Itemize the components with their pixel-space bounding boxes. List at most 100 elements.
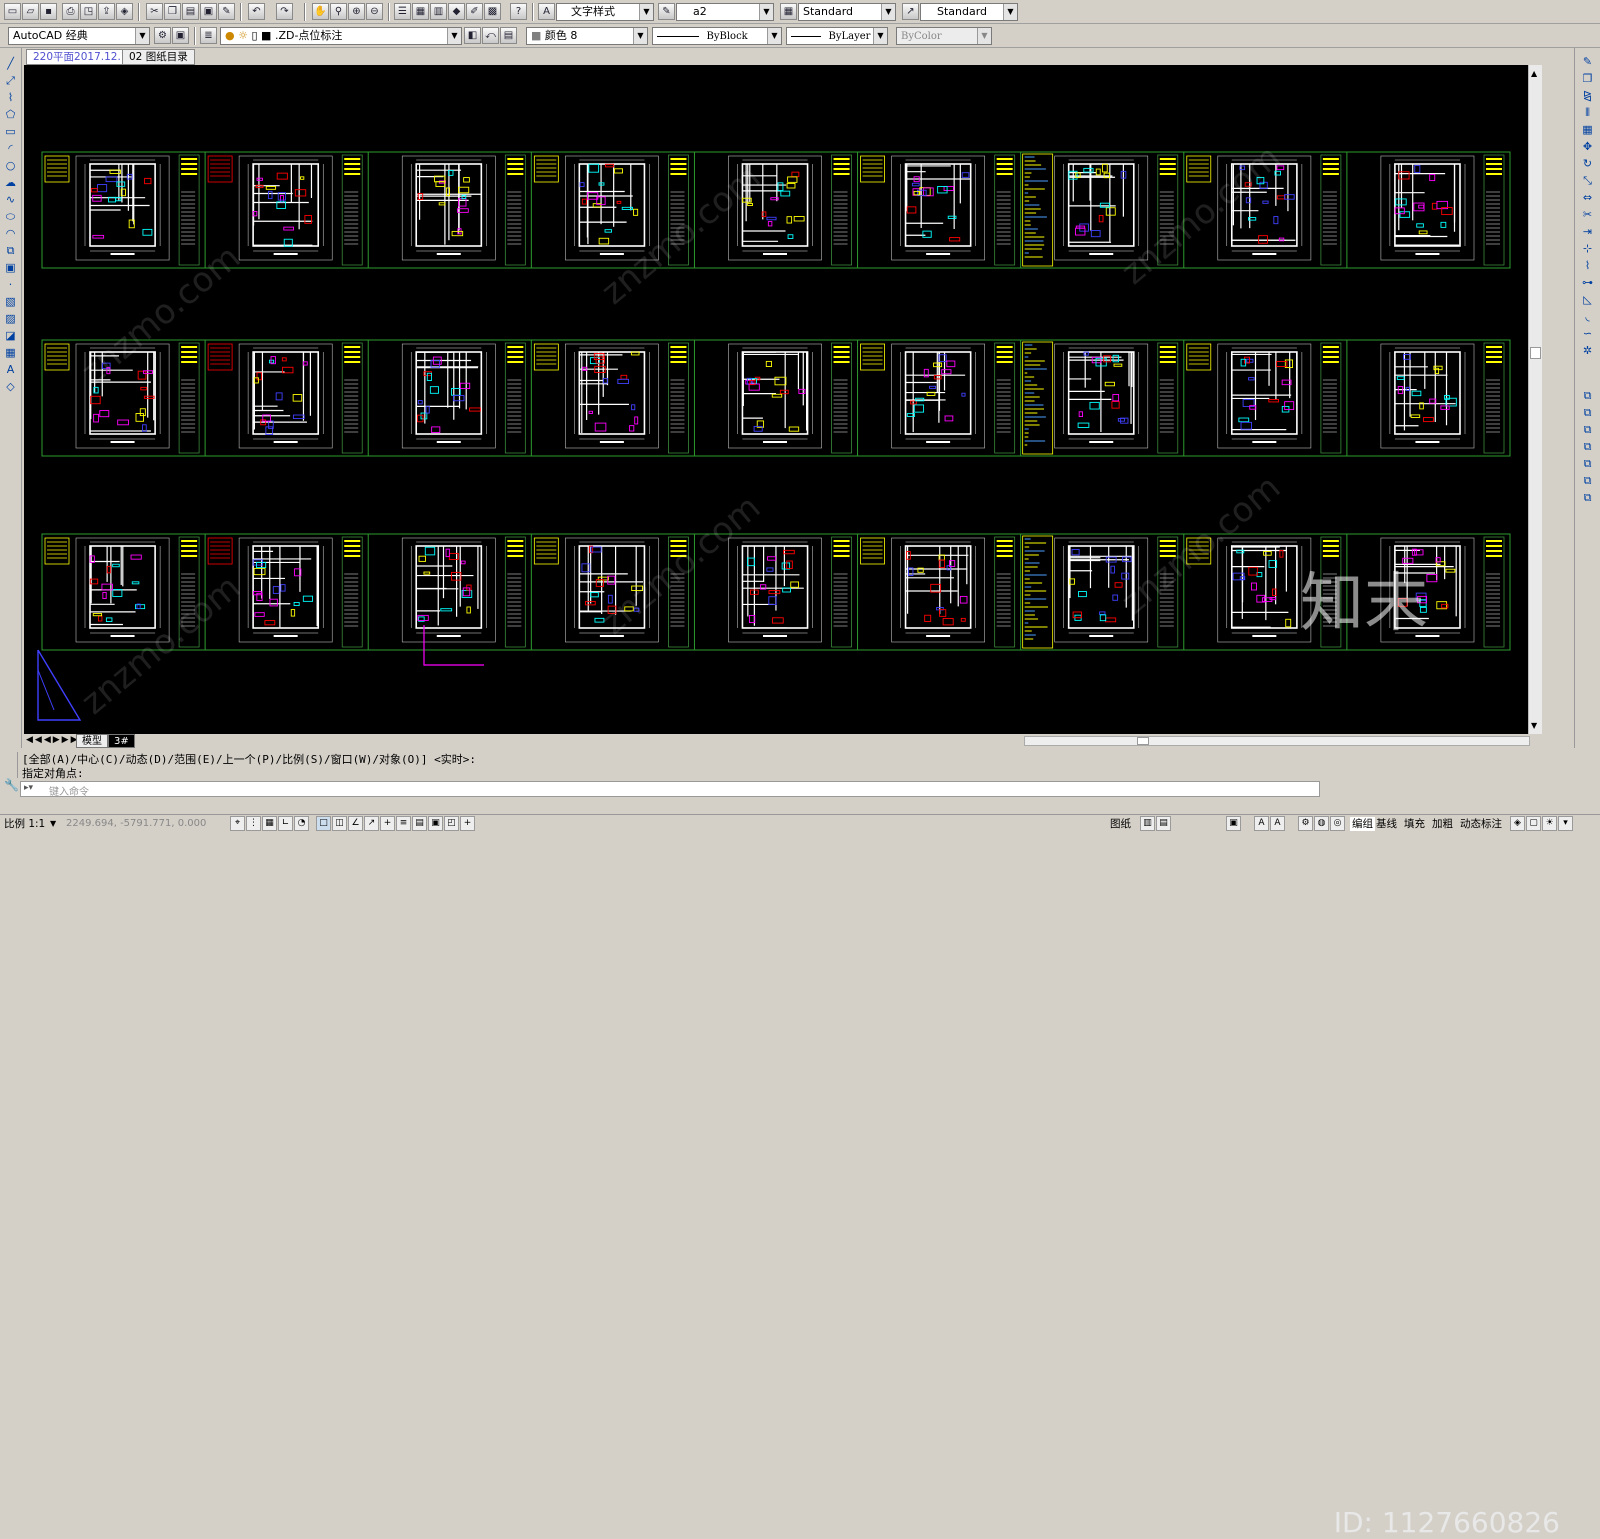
layer-previous-icon[interactable]: ⤺	[482, 27, 499, 44]
circle-icon[interactable]: ○	[3, 158, 18, 173]
text-front-icon[interactable]: ⧉	[1580, 473, 1595, 488]
markup-icon[interactable]: ✐	[466, 3, 483, 20]
ucs-icon[interactable]: ↗	[364, 816, 379, 831]
object-snap-icon[interactable]: □	[316, 816, 331, 831]
erase-icon[interactable]: ✎	[1580, 54, 1595, 69]
linetype-select[interactable]: ByBlock ▼	[652, 27, 782, 45]
tab-layout-3[interactable]: 3#	[108, 734, 135, 748]
status-fill-toggle[interactable]: 填充	[1404, 817, 1425, 831]
redo-icon[interactable]: ↷	[276, 3, 293, 20]
clean-screen-icon[interactable]: ▢	[1526, 816, 1541, 831]
make-block-icon[interactable]: ▣	[3, 260, 18, 275]
array-icon[interactable]: ▦	[1580, 122, 1595, 137]
scroll-down-icon[interactable]: ▼	[1531, 721, 1537, 730]
text-style-select[interactable]: 文字样式 ▼	[556, 3, 654, 21]
workspace-settings-icon[interactable]: ⚙	[154, 27, 171, 44]
mirror-icon[interactable]: ⧎	[1580, 88, 1595, 103]
hatch-icon[interactable]: ▧	[3, 294, 18, 309]
publish-icon[interactable]: ⇪	[98, 3, 115, 20]
table-icon[interactable]: ▦	[3, 345, 18, 360]
draw-order-icon[interactable]: ⧉	[1580, 388, 1595, 403]
dim-style-select[interactable]: a2 ▼	[676, 3, 774, 21]
quickcalc-icon[interactable]: ▩	[484, 3, 501, 20]
multiline-text-icon[interactable]: A	[3, 362, 18, 377]
status-baseline-toggle[interactable]: 基线	[1376, 817, 1397, 831]
explode-icon[interactable]: ✲	[1580, 343, 1595, 358]
chamfer-icon[interactable]: ◺	[1580, 292, 1595, 307]
3d-publish-icon[interactable]: ◈	[116, 3, 133, 20]
scroll-up-icon[interactable]: ▲	[1531, 69, 1537, 78]
properties-icon[interactable]: ☰	[394, 3, 411, 20]
auto-scale-icon[interactable]: A	[1270, 816, 1285, 831]
polar-tracking-icon[interactable]: ◔	[294, 816, 309, 831]
text-style-icon[interactable]: A	[538, 3, 555, 20]
arc-icon[interactable]: ◜	[3, 141, 18, 156]
dim-style-icon[interactable]: ✎	[658, 3, 675, 20]
snap-mode-icon[interactable]: ⋮	[246, 816, 261, 831]
match-properties-icon[interactable]: ✎	[218, 3, 235, 20]
rectangle-icon[interactable]: ▭	[3, 124, 18, 139]
open-file-icon[interactable]: ▱	[22, 3, 39, 20]
rotate-icon[interactable]: ↻	[1580, 156, 1595, 171]
gradient-icon[interactable]: ▨	[3, 311, 18, 326]
tool-palettes-icon[interactable]: ▥	[430, 3, 447, 20]
layer-select[interactable]: ● ☼ ▯ ■ .ZD-点位标注 ▼	[220, 27, 462, 45]
undo-icon[interactable]: ↶	[248, 3, 265, 20]
3d-osnap-icon[interactable]: ◫	[332, 816, 347, 831]
table-style-select[interactable]: Standard ▼	[798, 3, 896, 21]
quick-view-layouts-icon[interactable]: ▥	[1140, 816, 1155, 831]
insert-block-icon[interactable]: ⧉	[3, 243, 18, 258]
maximize-viewport-icon[interactable]: ▣	[1226, 816, 1241, 831]
selection-cycling-icon[interactable]: ◰	[444, 816, 459, 831]
lineweight-icon[interactable]: ≡	[396, 816, 411, 831]
save-icon[interactable]: ▪	[40, 3, 57, 20]
cut-icon[interactable]: ✂	[146, 3, 163, 20]
revision-cloud-icon[interactable]: ☁	[3, 175, 18, 190]
status-edit-toggle[interactable]: 编组	[1350, 817, 1375, 831]
annotation-monitor-icon[interactable]: +	[460, 816, 475, 831]
quick-properties-icon[interactable]: ▣	[428, 816, 443, 831]
point-icon[interactable]: ·	[3, 277, 18, 292]
dynamic-input-icon[interactable]: +	[380, 816, 395, 831]
command-input[interactable]: ▸▾ 键入命令	[20, 781, 1320, 798]
hscroll-thumb[interactable]	[1137, 737, 1149, 745]
hardware-acceleration-icon[interactable]: ◈	[1510, 816, 1525, 831]
horizontal-scrollbar[interactable]	[1024, 736, 1530, 746]
scroll-thumb[interactable]	[1530, 347, 1541, 359]
isolate-objects-icon[interactable]: ◎	[1330, 816, 1345, 831]
color-select[interactable]: ■ 颜色 8 ▼	[526, 27, 648, 45]
annotation-visibility-icon[interactable]: A	[1254, 816, 1269, 831]
drawing-canvas[interactable]: znzmo.com znzmo.com znzmo.com znzmo.com …	[24, 65, 1528, 734]
zoom-realtime-icon[interactable]: ⚲	[330, 3, 347, 20]
join-icon[interactable]: ⊶	[1580, 275, 1595, 290]
break-at-point-icon[interactable]: ⊹	[1580, 241, 1595, 256]
move-icon[interactable]: ✥	[1580, 139, 1595, 154]
workspace-switch-icon[interactable]: ⚙	[1298, 816, 1313, 831]
workspace-save-icon[interactable]: ▣	[172, 27, 189, 44]
line-icon[interactable]: ╱	[3, 56, 18, 71]
blend-curves-icon[interactable]: ∽	[1580, 326, 1595, 341]
fillet-icon[interactable]: ◟	[1580, 309, 1595, 324]
new-file-icon[interactable]: ▭	[4, 3, 21, 20]
layer-state-icon[interactable]: ▤	[500, 27, 517, 44]
ortho-mode-icon[interactable]: ∟	[278, 816, 293, 831]
make-current-layer-icon[interactable]: ◧	[464, 27, 481, 44]
paste-special-icon[interactable]: ▣	[200, 3, 217, 20]
copy-object-icon[interactable]: ❐	[1580, 71, 1595, 86]
wrench-icon[interactable]: 🔧	[4, 778, 19, 792]
design-center-icon[interactable]: ▦	[412, 3, 429, 20]
add-selected-icon[interactable]: ◇	[3, 379, 18, 394]
lightbulb-icon[interactable]: ☀	[1542, 816, 1557, 831]
tab-model[interactable]: 模型	[76, 734, 108, 748]
multileader-style-select[interactable]: Standard ▼	[920, 3, 1018, 21]
quick-view-drawings-icon[interactable]: ▤	[1156, 816, 1171, 831]
extend-icon[interactable]: ⇥	[1580, 224, 1595, 239]
break-icon[interactable]: ⌇	[1580, 258, 1595, 273]
chevron-down-icon[interactable]: ▼	[50, 817, 56, 831]
polygon-icon[interactable]: ⬠	[3, 107, 18, 122]
below-object-icon[interactable]: ⧉	[1580, 456, 1595, 471]
trim-icon[interactable]: ✂	[1580, 207, 1595, 222]
command-grip[interactable]	[2, 752, 18, 778]
grid-display-icon[interactable]: ▦	[262, 816, 277, 831]
table-style-icon[interactable]: ▦	[780, 3, 797, 20]
